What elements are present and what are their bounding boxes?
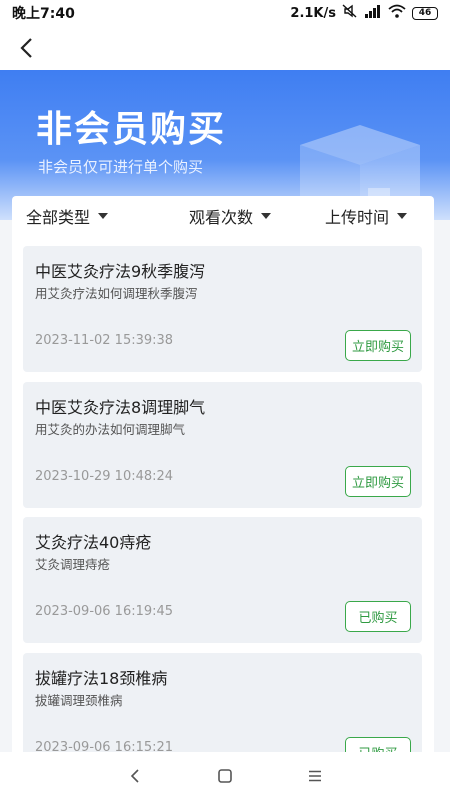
item-date: 2023-09-06 16:19:45 <box>35 604 174 619</box>
purchased-button[interactable]: 已购买 <box>345 737 411 752</box>
status-icons: 2.1K/s 46 <box>290 4 438 22</box>
back-triangle-icon <box>130 769 139 783</box>
filter-type[interactable]: 全部类型 <box>12 204 162 228</box>
banner-subtitle: 非会员仅可进行单个购买 <box>38 158 204 176</box>
buy-now-button[interactable]: 立即购买 <box>345 330 411 361</box>
status-time: 晚上7:40 <box>12 6 75 22</box>
purchased-button[interactable]: 已购买 <box>345 601 411 632</box>
item-desc: 用艾灸疗法如何调理秋季腹泻 <box>35 286 198 301</box>
buy-now-button[interactable]: 立即购买 <box>345 466 411 497</box>
filter-upload-time-label: 上传时间 <box>324 208 389 227</box>
chevron-left-icon <box>20 38 32 58</box>
filter-views-label: 观看次数 <box>188 208 253 227</box>
caret-down-icon <box>98 213 109 219</box>
menu-lines-icon <box>309 770 321 782</box>
item-desc: 艾灸调理痔疮 <box>35 557 111 572</box>
banner-title: 非会员购买 <box>36 109 227 150</box>
list-item[interactable]: 中医艾灸疗法9秋季腹泻 用艾灸疗法如何调理秋季腹泻 2023-11-02 15:… <box>23 246 422 372</box>
list-item[interactable]: 拔罐疗法18颈椎病 拔罐调理颈椎病 2023-09-06 16:15:21 已购… <box>23 653 422 752</box>
status-bar: 晚上7:40 2.1K/s 46 <box>0 0 450 26</box>
system-home-button[interactable] <box>210 761 240 791</box>
list-item[interactable]: 艾灸疗法40痔疮 艾灸调理痔疮 2023-09-06 16:19:45 已购买 <box>23 517 422 643</box>
back-button[interactable] <box>12 34 40 62</box>
item-title: 拔罐疗法18颈椎病 <box>35 669 168 688</box>
filter-bar: 全部类型 观看次数 上传时间 <box>12 196 434 236</box>
filter-type-label: 全部类型 <box>26 208 91 227</box>
list-item[interactable]: 中医艾灸疗法8调理脚气 用艾灸的办法如何调理脚气 2023-10-29 10:4… <box>23 382 422 508</box>
system-back-button[interactable] <box>120 761 150 791</box>
item-desc: 用艾灸的办法如何调理脚气 <box>35 422 186 437</box>
item-date: 2023-09-06 16:15:21 <box>35 740 174 752</box>
item-title: 中医艾灸疗法9秋季腹泻 <box>35 262 206 281</box>
item-desc: 拔罐调理颈椎病 <box>35 693 123 708</box>
system-nav-bar <box>0 752 450 800</box>
filter-upload-time[interactable]: 上传时间 <box>298 204 434 228</box>
item-title: 中医艾灸疗法8调理脚气 <box>35 398 206 417</box>
item-date: 2023-11-02 15:39:38 <box>35 333 174 348</box>
nav-bar <box>0 26 450 70</box>
signal-icon <box>364 4 382 22</box>
mute-icon <box>342 4 358 22</box>
item-date: 2023-10-29 10:48:24 <box>35 469 174 484</box>
system-menu-button[interactable] <box>300 761 330 791</box>
wifi-icon <box>388 4 406 22</box>
battery-icon: 46 <box>412 6 438 20</box>
filter-views[interactable]: 观看次数 <box>162 204 298 228</box>
net-speed: 2.1K/s <box>290 5 336 21</box>
item-title: 艾灸疗法40痔疮 <box>35 533 152 552</box>
caret-down-icon <box>261 213 271 219</box>
video-list: 中医艾灸疗法9秋季腹泻 用艾灸疗法如何调理秋季腹泻 2023-11-02 15:… <box>12 236 434 752</box>
caret-down-icon <box>397 213 407 219</box>
home-square-icon <box>218 769 232 783</box>
